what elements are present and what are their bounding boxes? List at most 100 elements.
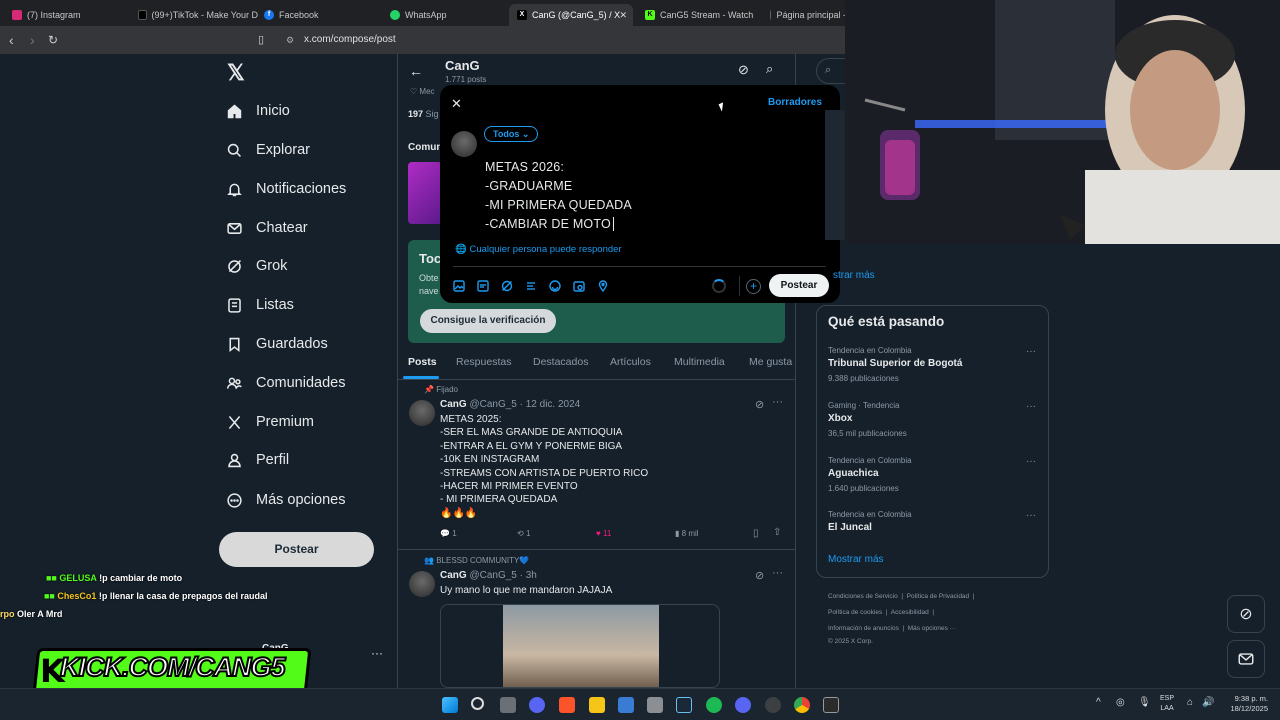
back-arrow-icon[interactable]: ← xyxy=(409,63,423,79)
x-logo-icon[interactable]: 𝕏 xyxy=(227,60,245,86)
close-tab-icon[interactable]: ✕ xyxy=(619,10,627,21)
schedule-icon[interactable] xyxy=(573,280,585,292)
app-icon[interactable] xyxy=(647,697,663,713)
avatar[interactable] xyxy=(409,571,435,597)
repost-action[interactable]: ⟲ 1 xyxy=(517,529,530,538)
poll-icon[interactable] xyxy=(525,280,537,292)
more-icon[interactable]: ··· xyxy=(1026,401,1036,412)
tray-app-icon[interactable]: ◎ xyxy=(1116,697,1125,708)
share-icon[interactable]: ⇧ xyxy=(773,527,781,538)
more-icon[interactable]: ··· xyxy=(772,396,783,408)
more-icon[interactable]: ··· xyxy=(1026,456,1036,467)
grok-float-button[interactable]: ⊘ xyxy=(1227,595,1265,633)
trend-name[interactable]: Aguachica xyxy=(828,468,879,479)
reload-icon[interactable]: ↻ xyxy=(48,33,58,47)
bookmark-tweet-icon[interactable]: ▯ xyxy=(753,528,759,539)
compose-textarea[interactable]: METAS 2026: -GRADUARME -MI PRIMERA QUEDA… xyxy=(484,158,824,236)
community-thumbnail[interactable] xyxy=(408,162,442,224)
sidebar-item-communities[interactable]: Comunidades xyxy=(226,368,345,398)
tab-replies[interactable]: Respuestas xyxy=(456,356,511,368)
grok-header-icon[interactable]: ⊘ xyxy=(738,62,749,78)
browser-tab[interactable]: Página principal - xyxy=(762,4,846,26)
tab-articles[interactable]: Artículos xyxy=(610,356,651,368)
image-icon[interactable] xyxy=(453,280,465,292)
trend-name[interactable]: Xbox xyxy=(828,413,852,424)
post-button[interactable]: Postear xyxy=(769,274,829,297)
sidebar-item-profile[interactable]: Perfil xyxy=(226,445,289,475)
obs-icon[interactable] xyxy=(765,697,781,713)
location-icon[interactable] xyxy=(597,280,609,292)
close-icon[interactable]: ✕ xyxy=(451,96,462,112)
grok-tweet-icon[interactable]: ⊘ xyxy=(755,569,764,582)
app-icon[interactable] xyxy=(823,697,839,713)
like-action[interactable]: ♥ 11 xyxy=(596,529,611,538)
following-count[interactable]: 197 Sig xyxy=(408,109,439,119)
reply-action[interactable]: 💬 1 xyxy=(440,529,457,538)
tab-highlights[interactable]: Destacados xyxy=(533,356,588,368)
drafts-button[interactable]: Borradores xyxy=(768,97,822,108)
network-icon[interactable]: ⌂ xyxy=(1187,697,1193,708)
chevron-up-icon[interactable]: ^ xyxy=(1096,697,1101,708)
tab-likes[interactable]: Me gusta xyxy=(749,356,792,368)
views-action[interactable]: ▮ 8 mil xyxy=(675,529,699,538)
steam-icon[interactable] xyxy=(676,697,692,713)
sidebar-item-premium[interactable]: Premium xyxy=(226,407,314,437)
show-more-link[interactable]: Mostrar más xyxy=(828,554,884,565)
language-indicator[interactable]: ESP LAA xyxy=(1160,694,1174,714)
more-icon[interactable]: ··· xyxy=(1026,510,1036,521)
tab-media[interactable]: Multimedia xyxy=(674,356,725,368)
avatar[interactable] xyxy=(409,400,435,426)
discord-alt-icon[interactable] xyxy=(735,697,751,713)
task-view-icon[interactable] xyxy=(500,697,516,713)
url-field[interactable]: ⚙ x.com/compose/post xyxy=(280,30,840,50)
browser-tab[interactable]: (99+)TikTok - Make Your D xyxy=(130,4,258,26)
tweet-author[interactable]: CanG xyxy=(440,399,467,410)
start-icon[interactable] xyxy=(442,697,458,713)
sidebar-item-more[interactable]: Más opciones xyxy=(226,485,345,515)
sidebar-item-bookmarks[interactable]: Guardados xyxy=(226,329,328,359)
search-icon[interactable] xyxy=(471,697,484,710)
microphone-icon[interactable]: 🎙 xyxy=(1138,697,1151,708)
brave-icon[interactable] xyxy=(559,697,575,713)
bookmark-page-icon[interactable]: ▯ xyxy=(258,33,264,46)
trend-name[interactable]: El Juncal xyxy=(828,522,872,533)
trend-name[interactable]: Tribunal Superior de Bogotá xyxy=(828,358,962,369)
browser-tab[interactable]: (7) Instagram xyxy=(4,4,132,26)
chrome-icon[interactable] xyxy=(794,697,810,713)
show-more-link[interactable]: strar más xyxy=(833,270,875,281)
discord-icon[interactable] xyxy=(529,697,545,713)
tab-posts[interactable]: Posts xyxy=(408,356,437,368)
add-post-icon[interactable]: + xyxy=(746,279,761,294)
get-verified-button[interactable]: Consigue la verificación xyxy=(420,309,556,333)
reply-settings[interactable]: 🌐 Cualquier persona puede responder xyxy=(455,244,622,255)
grok-compose-icon[interactable] xyxy=(501,280,513,292)
store-icon[interactable] xyxy=(618,697,634,713)
browser-tab[interactable]: WhatsApp xyxy=(382,4,510,26)
search-field-partial[interactable]: ⌕ xyxy=(816,58,846,84)
account-menu-icon[interactable]: ··· xyxy=(371,646,383,660)
tweet-media[interactable] xyxy=(440,604,720,688)
grok-tweet-icon[interactable]: ⊘ xyxy=(755,398,764,411)
spotify-icon[interactable] xyxy=(706,697,722,713)
back-icon[interactable]: ‹ xyxy=(9,32,14,48)
sidebar-item-notifications[interactable]: Notificaciones xyxy=(226,174,346,204)
audience-selector[interactable]: Todos ⌄ xyxy=(484,126,539,142)
browser-tab[interactable]: f Facebook xyxy=(256,4,384,26)
sidebar-item-home[interactable]: Inicio xyxy=(226,96,290,126)
sidebar-item-lists[interactable]: Listas xyxy=(226,290,294,320)
sidebar-item-grok[interactable]: Grok xyxy=(226,251,287,281)
messages-float-button[interactable] xyxy=(1227,640,1265,678)
more-icon[interactable]: ··· xyxy=(1026,346,1036,357)
browser-tab-active[interactable]: X CanG (@CanG_5) / X ✕ xyxy=(509,4,633,26)
clock[interactable]: 9:38 p. m. 18/12/2025 xyxy=(1222,694,1268,714)
sidebar-post-button[interactable]: Postear xyxy=(219,532,374,567)
sidebar-item-explore[interactable]: Explorar xyxy=(226,135,310,165)
sidebar-item-chat[interactable]: Chatear xyxy=(226,213,308,243)
browser-tab[interactable]: K CanG5 Stream - Watch xyxy=(637,4,765,26)
more-icon[interactable]: ··· xyxy=(772,567,783,579)
folder-icon[interactable] xyxy=(589,697,605,713)
forward-icon[interactable]: › xyxy=(30,32,35,48)
emoji-icon[interactable] xyxy=(549,280,561,292)
gif-icon[interactable] xyxy=(477,280,489,292)
volume-icon[interactable]: 🔊 xyxy=(1202,697,1214,708)
